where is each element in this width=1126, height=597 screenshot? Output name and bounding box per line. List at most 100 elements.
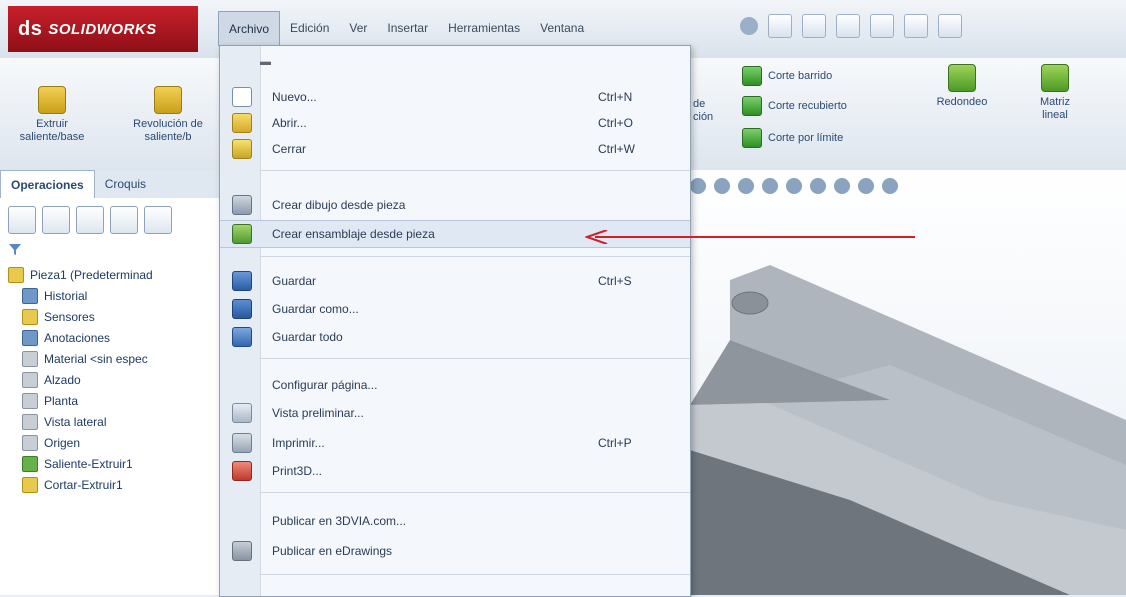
save-icon bbox=[232, 271, 252, 291]
tab-operaciones[interactable]: Operaciones bbox=[0, 170, 95, 198]
linear-pattern-button[interactable]: Matriz lineal bbox=[1030, 64, 1080, 122]
menu-item-print-preview[interactable]: Vista preliminar... bbox=[220, 400, 690, 426]
menu-separator bbox=[260, 256, 690, 257]
pin-icon[interactable] bbox=[740, 17, 758, 35]
fillet-icon bbox=[948, 64, 976, 92]
menu-item-label: Vista preliminar... bbox=[272, 406, 364, 420]
menu-ventana[interactable]: Ventana bbox=[530, 11, 594, 45]
tree-item-label: Sensores bbox=[44, 309, 95, 324]
history-icon bbox=[22, 287, 38, 304]
save-all-icon bbox=[232, 327, 252, 347]
menu-item-publish-edrawings[interactable]: Publicar en eDrawings bbox=[220, 538, 690, 564]
linear-pattern-label: Matriz lineal bbox=[1040, 96, 1070, 121]
plane-icon bbox=[22, 371, 38, 388]
tree-item-history[interactable]: Historial bbox=[8, 285, 212, 306]
logo-text: SOLIDWORKS bbox=[48, 20, 157, 38]
material-icon bbox=[22, 350, 38, 367]
cut-sweep-button[interactable]: Corte barrido bbox=[742, 66, 832, 86]
menu-item-make-drawing[interactable]: Crear dibujo desde pieza bbox=[220, 192, 690, 218]
tree-item-right-plane[interactable]: Vista lateral bbox=[8, 411, 212, 432]
save-icon[interactable] bbox=[836, 14, 860, 38]
tree-item-part[interactable]: Pieza1 (Predeterminad bbox=[8, 264, 212, 285]
revolve-boss-icon bbox=[154, 86, 182, 114]
menu-item-label: Imprimir... bbox=[272, 436, 325, 450]
menu-item-publish-3dvia[interactable]: Publicar en 3DVIA.com... bbox=[220, 508, 690, 534]
menu-archivo[interactable]: Archivo bbox=[218, 10, 281, 46]
menu-insertar[interactable]: Insertar bbox=[377, 11, 438, 45]
tree-item-annotations[interactable]: Anotaciones bbox=[8, 327, 212, 348]
tree-item-label: Anotaciones bbox=[44, 330, 111, 345]
tree-item-top-plane[interactable]: Planta bbox=[8, 390, 212, 411]
tree-item-material[interactable]: Material <sin espec bbox=[8, 348, 212, 369]
menu-separator bbox=[260, 358, 690, 359]
annotation-arrow-icon bbox=[585, 230, 915, 244]
partial-ribbon-label: de ción bbox=[693, 98, 729, 124]
menu-ver[interactable]: Ver bbox=[339, 11, 377, 45]
menu-item-label: Crear dibujo desde pieza bbox=[272, 198, 406, 212]
filter-icon[interactable] bbox=[8, 242, 212, 260]
dimxpert-icon[interactable] bbox=[110, 206, 138, 234]
menu-item-new[interactable]: Nuevo... Ctrl+N bbox=[220, 84, 690, 110]
options-icon[interactable] bbox=[938, 14, 962, 38]
partial-label-1: de bbox=[693, 98, 706, 110]
tree-item-sensors[interactable]: Sensores bbox=[8, 306, 212, 327]
linear-pattern-icon bbox=[1041, 64, 1069, 92]
cut-sweep-label: Corte barrido bbox=[768, 70, 833, 82]
menu-item-label: Guardar bbox=[272, 274, 317, 288]
cut-boundary-button[interactable]: Corte por límite bbox=[742, 128, 843, 148]
menu-herramientas[interactable]: Herramientas bbox=[438, 11, 530, 45]
menu-item-close[interactable]: Cerrar Ctrl+W bbox=[220, 136, 690, 162]
cut-loft-label: Corte recubierto bbox=[768, 100, 847, 112]
revolve-boss-button[interactable]: Revolución de saliente/b bbox=[118, 86, 218, 144]
menu-edicion[interactable]: Edición bbox=[280, 11, 339, 45]
fillet-button[interactable]: Redondeo bbox=[930, 64, 994, 109]
extrude-feature-icon bbox=[22, 455, 38, 472]
part-icon bbox=[8, 266, 24, 283]
menu-separator bbox=[260, 492, 690, 493]
menu-item-label: Crear ensamblaje desde pieza bbox=[272, 227, 435, 241]
make-drawing-icon bbox=[232, 195, 252, 215]
menu-item-shortcut: Ctrl+N bbox=[598, 90, 633, 104]
open-folder-icon bbox=[232, 113, 252, 133]
fillet-label: Redondeo bbox=[936, 96, 988, 108]
print-preview-icon bbox=[232, 403, 252, 423]
tree-item-origin[interactable]: Origen bbox=[8, 432, 212, 453]
undo-icon[interactable] bbox=[904, 14, 928, 38]
cut-loft-button[interactable]: Corte recubierto bbox=[742, 96, 847, 116]
menu-item-save-as[interactable]: Guardar como... bbox=[220, 296, 690, 322]
tree-item-front-plane[interactable]: Alzado bbox=[8, 369, 212, 390]
menu-item-save[interactable]: Guardar Ctrl+S bbox=[220, 268, 690, 294]
propertymanager-icon[interactable] bbox=[42, 206, 70, 234]
menu-item-shortcut: Ctrl+O bbox=[598, 116, 634, 130]
file-menu: ▬ Nuevo... Ctrl+N Abrir... Ctrl+O Cerrar… bbox=[219, 45, 691, 597]
menu-item-open[interactable]: Abrir... Ctrl+O bbox=[220, 110, 690, 136]
partial-label-2: ción bbox=[693, 111, 714, 123]
menu-item-page-setup[interactable]: Configurar página... bbox=[220, 372, 690, 398]
solidworks-logo[interactable]: ds SOLIDWORKS bbox=[8, 6, 198, 52]
menu-separator bbox=[260, 170, 690, 171]
tree-item-cut-extrude[interactable]: Cortar-Extruir1 bbox=[8, 474, 212, 495]
tree-item-label: Alzado bbox=[44, 372, 81, 387]
ds-logo-icon: ds bbox=[18, 17, 43, 40]
display-manager-icon[interactable] bbox=[144, 206, 172, 234]
tab-croquis[interactable]: Croquis bbox=[95, 170, 156, 198]
menu-item-print[interactable]: Imprimir... Ctrl+P bbox=[220, 430, 690, 456]
open-icon[interactable] bbox=[802, 14, 826, 38]
print-icon[interactable] bbox=[870, 14, 894, 38]
panel-tabs: Operaciones Croquis bbox=[0, 170, 220, 199]
configurationmanager-icon[interactable] bbox=[76, 206, 104, 234]
save-as-icon bbox=[232, 299, 252, 319]
close-folder-icon bbox=[232, 139, 252, 159]
featuremanager-icon[interactable] bbox=[8, 206, 36, 234]
plane-icon bbox=[22, 392, 38, 409]
menu-item-save-all[interactable]: Guardar todo bbox=[220, 324, 690, 350]
menu-item-shortcut: Ctrl+P bbox=[598, 436, 632, 450]
extrude-boss-button[interactable]: Extruir saliente/base bbox=[12, 86, 92, 144]
menu-item-label: Guardar como... bbox=[272, 302, 359, 316]
origin-icon bbox=[22, 434, 38, 451]
menu-item-print3d[interactable]: Print3D... bbox=[220, 458, 690, 484]
new-icon[interactable] bbox=[768, 14, 792, 38]
cut-boundary-icon bbox=[742, 128, 762, 148]
tree-item-boss-extrude[interactable]: Saliente-Extruir1 bbox=[8, 453, 212, 474]
menu-item-label: Publicar en eDrawings bbox=[272, 544, 393, 558]
